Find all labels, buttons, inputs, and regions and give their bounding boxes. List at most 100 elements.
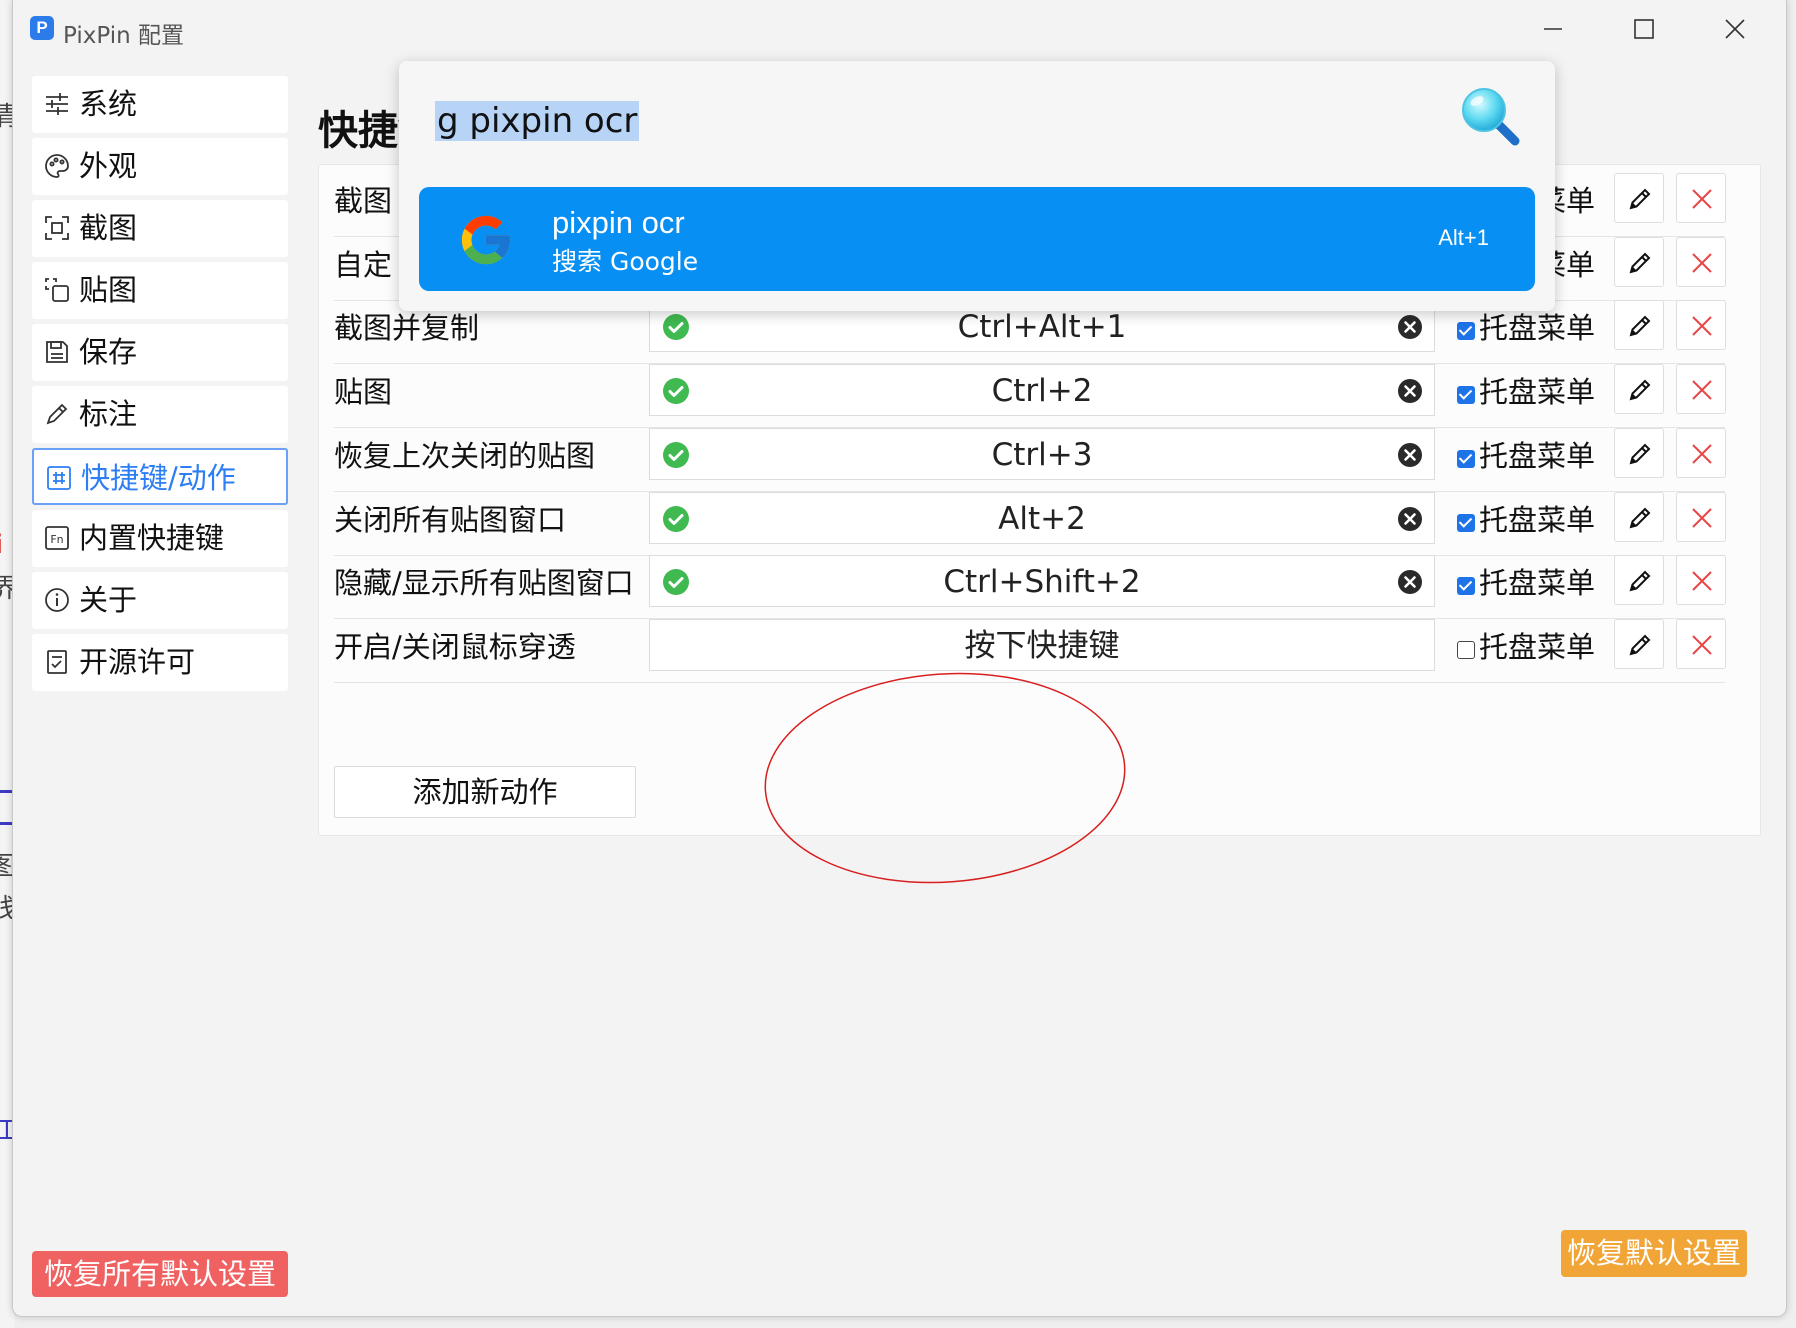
sidebar-item-label: 关于 [79, 583, 138, 617]
hotkey-row: 关闭所有贴图窗口 Alt+2 托盘菜单 [319, 484, 1760, 557]
tray-menu-label: 托盘菜单 [1479, 502, 1596, 537]
edit-action-button[interactable] [1614, 300, 1664, 351]
sidebar-item-annotate[interactable]: 标注 [32, 386, 288, 443]
edit-action-button[interactable] [1614, 491, 1664, 542]
edit-action-button[interactable] [1614, 618, 1664, 669]
action-name: 贴图 [334, 375, 393, 410]
hotkey-input[interactable]: Ctrl+3 [649, 427, 1435, 480]
minimize-button[interactable] [1523, 8, 1583, 50]
delete-action-button[interactable] [1676, 300, 1726, 351]
delete-action-button[interactable] [1676, 173, 1726, 223]
hotkey-value: Alt+2 [998, 500, 1086, 537]
result-subtitle: 搜索 Google [552, 247, 699, 276]
tray-menu-label: 托盘菜单 [1479, 375, 1596, 410]
tray-menu-checkbox[interactable]: 托盘菜单 [1457, 547, 1595, 620]
checkbox-checked-icon[interactable] [1457, 386, 1475, 405]
action-name: 开启/关闭鼠标穿透 [334, 629, 576, 664]
magnifier-icon[interactable] [1457, 83, 1523, 149]
sidebar-item-about[interactable]: 关于 [32, 572, 288, 629]
tray-menu-label: 托盘菜单 [1479, 629, 1596, 664]
background-line [0, 790, 12, 793]
sidebar-item-save[interactable]: 保存 [32, 324, 288, 381]
maximize-button[interactable] [1614, 8, 1674, 50]
hotkey-input[interactable]: 按下快捷键 [649, 618, 1435, 671]
delete-action-button[interactable] [1676, 555, 1726, 606]
hotkey-icon [47, 466, 71, 490]
sidebar-item-hotkeys[interactable]: 快捷键/动作 [32, 448, 288, 505]
sliders-icon [46, 93, 68, 115]
clear-hotkey-icon[interactable] [1396, 568, 1424, 596]
save-icon [46, 341, 68, 363]
sidebar-item-label: 保存 [79, 335, 138, 369]
delete-action-button[interactable] [1676, 618, 1726, 669]
sidebar: 系统 外观 截图 贴图 保存 标注 快捷键/动作 Fn 内置快捷键 关于 开源许… [32, 76, 288, 696]
sidebar-item-pin[interactable]: 贴图 [32, 262, 288, 319]
sidebar-item-label: 标注 [79, 397, 138, 431]
checkbox-checked-icon[interactable] [1457, 577, 1475, 596]
checkbox-checked-icon[interactable] [1457, 449, 1475, 468]
window-title: PixPin 配置 [63, 23, 185, 49]
title-bar[interactable]: P PixPin 配置 [13, 0, 1786, 58]
hotkey-input[interactable]: Ctrl+Shift+2 [649, 555, 1435, 608]
clear-hotkey-icon[interactable] [1396, 441, 1424, 469]
tray-menu-label: 托盘菜单 [1479, 438, 1596, 473]
hotkey-row: 恢复上次关闭的贴图 Ctrl+3 托盘菜单 [319, 420, 1760, 493]
clear-hotkey-icon[interactable] [1396, 377, 1424, 405]
delete-action-button[interactable] [1676, 491, 1726, 542]
checkbox-unchecked-icon[interactable] [1457, 640, 1475, 659]
hotkey-row: 贴图 Ctrl+2 托盘菜单 [319, 356, 1760, 429]
sidebar-item-label: 内置快捷键 [79, 521, 225, 555]
sidebar-item-system[interactable]: 系统 [32, 76, 288, 133]
svg-text:Fn: Fn [50, 533, 63, 546]
sidebar-item-label: 截图 [79, 211, 138, 245]
hotkey-input[interactable]: Alt+2 [649, 491, 1435, 544]
sidebar-item-screenshot[interactable]: 截图 [32, 200, 288, 257]
pencil-icon [46, 403, 68, 425]
hotkey-value: Ctrl+Shift+2 [943, 564, 1141, 601]
tray-menu-checkbox[interactable]: 托盘菜单 [1457, 356, 1595, 429]
result-shortcut: Alt+1 [1438, 225, 1489, 250]
info-icon [45, 588, 69, 612]
reset-default-settings-button[interactable]: 恢复默认设置 [1561, 1230, 1747, 1277]
action-name: 恢复上次关闭的贴图 [334, 438, 596, 473]
close-icon [1725, 19, 1745, 39]
sidebar-item-label: 开源许可 [79, 645, 196, 679]
edit-action-button[interactable] [1614, 427, 1664, 478]
clear-hotkey-icon[interactable] [1396, 505, 1424, 533]
close-window-button[interactable] [1705, 8, 1765, 50]
pixpin-logo-icon: P [30, 16, 54, 40]
quick-launcher-popup: g pixpin ocr pixpin ocr 搜索 Google Alt+1 [399, 61, 1555, 311]
delete-action-button[interactable] [1676, 236, 1726, 287]
action-name: 关闭所有贴图窗口 [334, 502, 567, 537]
background-fragment: i [0, 530, 3, 560]
screenshot-icon [45, 216, 69, 240]
delete-action-button[interactable] [1676, 427, 1726, 478]
sidebar-item-license[interactable]: 开源许可 [32, 634, 288, 691]
launcher-result-item[interactable]: pixpin ocr 搜索 Google Alt+1 [419, 187, 1535, 291]
tray-menu-checkbox[interactable]: 托盘菜单 [1457, 611, 1595, 684]
edit-action-button[interactable] [1614, 173, 1664, 223]
tray-menu-checkbox[interactable]: 托盘菜单 [1457, 484, 1595, 557]
result-title: pixpin ocr [552, 205, 685, 240]
delete-action-button[interactable] [1676, 364, 1726, 415]
add-action-button[interactable]: 添加新动作 [334, 766, 636, 818]
edit-action-button[interactable] [1614, 555, 1664, 606]
checkbox-checked-icon[interactable] [1457, 513, 1475, 532]
edit-action-button[interactable] [1614, 364, 1664, 415]
hotkey-input[interactable]: Ctrl+2 [649, 364, 1435, 417]
settings-window: P PixPin 配置 系统 外观 截图 贴图 保存 标注 快捷键/动作 Fn … [12, 0, 1787, 1317]
action-name: 隐藏/显示所有贴图窗口 [334, 566, 634, 601]
hotkey-row: 隐藏/显示所有贴图窗口 Ctrl+Shift+2 托盘菜单 [319, 547, 1760, 620]
sidebar-item-builtin-hotkeys[interactable]: Fn 内置快捷键 [32, 510, 288, 567]
checkbox-checked-icon[interactable] [1457, 322, 1475, 341]
sidebar-item-label: 快捷键/动作 [81, 461, 236, 495]
reset-all-settings-button[interactable]: 恢复所有默认设置 [32, 1251, 288, 1297]
hotkey-value: Ctrl+2 [991, 373, 1093, 410]
sidebar-item-appearance[interactable]: 外观 [32, 138, 288, 195]
hotkey-value: Ctrl+3 [991, 436, 1093, 473]
launcher-search-input[interactable]: g pixpin ocr [435, 101, 640, 141]
action-name: 截图 [334, 184, 393, 218]
edit-action-button[interactable] [1614, 236, 1664, 287]
tray-menu-checkbox[interactable]: 托盘菜单 [1457, 420, 1595, 493]
clear-hotkey-icon[interactable] [1396, 313, 1424, 341]
